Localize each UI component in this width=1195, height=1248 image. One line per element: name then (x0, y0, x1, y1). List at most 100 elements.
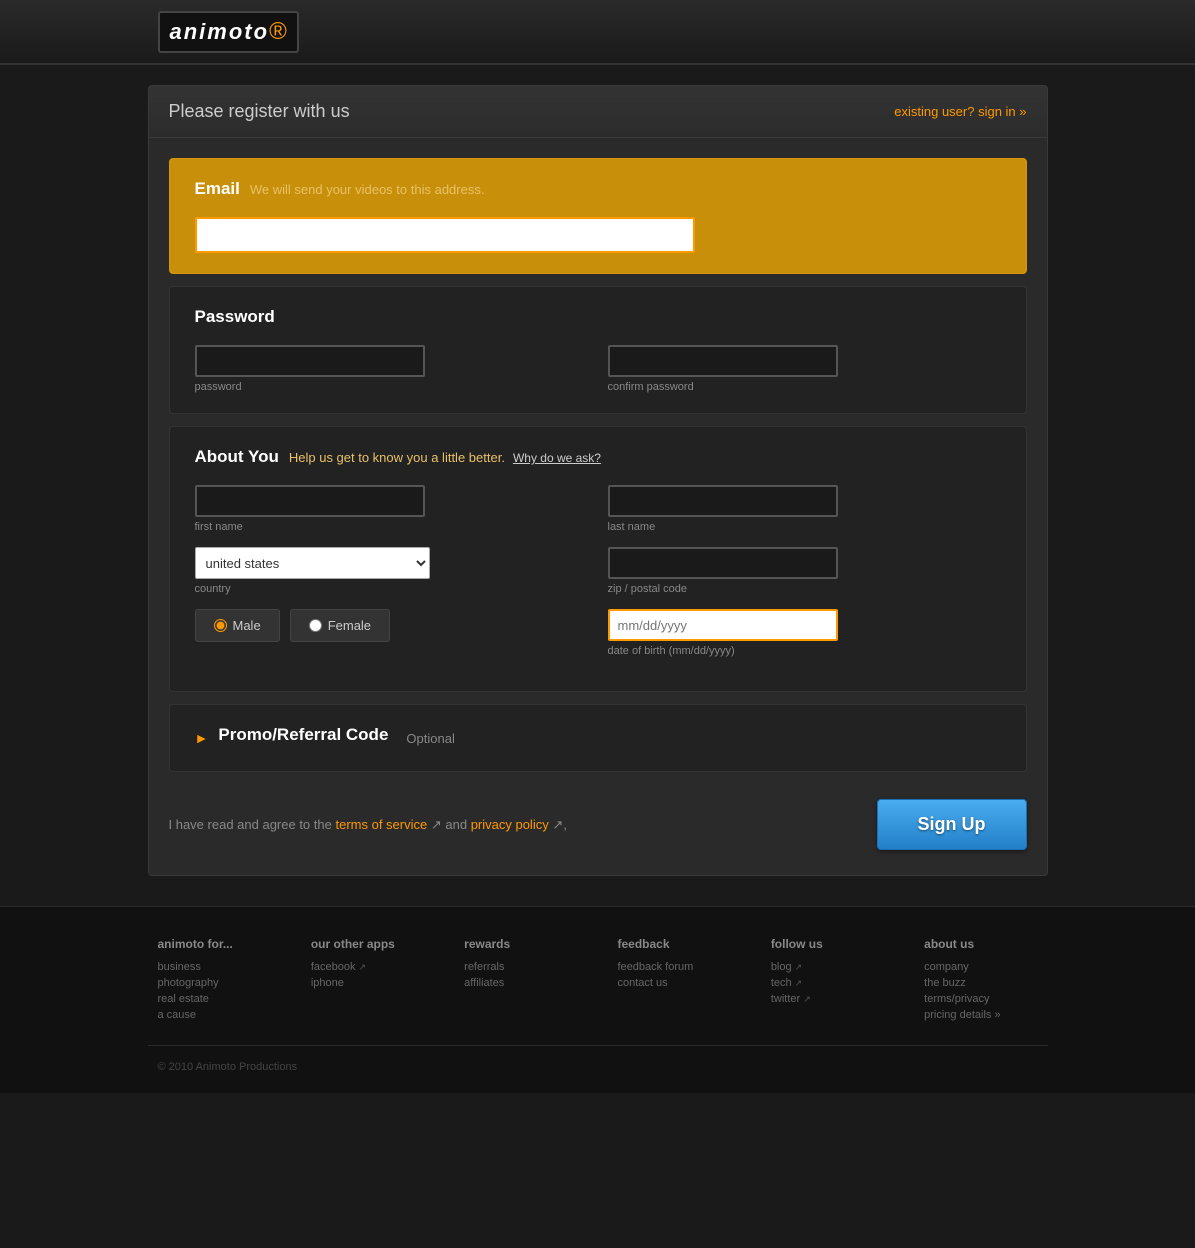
page-title: Please register with us (169, 101, 350, 122)
promo-section: ► Promo/Referral Code Optional (169, 704, 1027, 772)
footer-col-feedback: feedback feedback forum contact us (617, 937, 730, 1025)
footer-col-animoto-for: animoto for... business photography real… (158, 937, 271, 1025)
gender-male-label[interactable]: Male (195, 609, 280, 642)
dob-label: date of birth (mm/dd/yyyy) (608, 645, 1001, 657)
confirm-password-input[interactable] (608, 345, 838, 377)
promo-optional: Optional (406, 731, 454, 746)
footer-link-affiliates[interactable]: affiliates (464, 977, 577, 989)
zip-label: zip / postal code (608, 583, 1001, 595)
register-header: Please register with us existing user? s… (149, 86, 1047, 138)
footer-link-pricing-details[interactable]: pricing details » (924, 1009, 1037, 1021)
footer-link-the-buzz[interactable]: the buzz (924, 977, 1037, 989)
footer-link-iphone[interactable]: iphone (311, 977, 424, 989)
logo[interactable]: animoto® (158, 11, 299, 53)
confirm-password-label: confirm password (608, 381, 1001, 393)
country-select[interactable]: united states canada united kingdom aust… (195, 547, 430, 579)
footer-link-photography[interactable]: photography (158, 977, 271, 989)
privacy-policy-link[interactable]: privacy policy (471, 817, 549, 832)
gender-radio-group: Male Female (195, 609, 588, 642)
logo-text: animoto (170, 19, 270, 44)
terms-text: I have read and agree to the terms of se… (169, 817, 567, 833)
password-input[interactable] (195, 345, 425, 377)
logo-dot: ® (269, 18, 287, 45)
terms-and: and (445, 817, 467, 832)
footer-col-follow-us: follow us blog ↗ tech ↗ twitter ↗ (771, 937, 884, 1025)
external-icon: ↗ (795, 978, 803, 988)
email-section: Email We will send your videos to this a… (169, 158, 1027, 274)
footer-link-twitter[interactable]: twitter ↗ (771, 993, 884, 1005)
external-icon: ↗ (359, 962, 367, 972)
first-name-input[interactable] (195, 485, 425, 517)
password-label: password (195, 381, 588, 393)
about-title: About You (195, 447, 279, 467)
why-link[interactable]: Why do we ask? (513, 451, 601, 465)
terms-of-service-link[interactable]: terms of service (335, 817, 427, 832)
footer-link-facebook[interactable]: facebook ↗ (311, 961, 424, 973)
first-name-col: first name united states canada united k… (195, 485, 588, 671)
footer-link-feedback-forum[interactable]: feedback forum (617, 961, 730, 973)
about-section: About You Help us get to know you a litt… (169, 426, 1027, 692)
footer-link-contact-us[interactable]: contact us (617, 977, 730, 989)
dob-group: date of birth (mm/dd/yyyy) (608, 609, 1001, 657)
header: animoto® (0, 0, 1195, 65)
footer-about-us-title: about us (924, 937, 1037, 951)
terms-comma: , (563, 817, 567, 832)
first-name-group: first name (195, 485, 588, 533)
email-title: Email (195, 179, 240, 199)
terms-prefix: I have read and agree to the (169, 817, 332, 832)
register-body: Email We will send your videos to this a… (149, 138, 1047, 875)
gender-female-radio[interactable] (309, 619, 322, 632)
last-name-input[interactable] (608, 485, 838, 517)
register-panel: Please register with us existing user? s… (148, 85, 1048, 876)
signin-link[interactable]: existing user? sign in » (894, 104, 1026, 119)
country-label: country (195, 583, 588, 595)
footer-follow-us-title: follow us (771, 937, 884, 951)
main-wrapper: Please register with us existing user? s… (148, 65, 1048, 906)
footer: animoto for... business photography real… (0, 906, 1195, 1093)
email-subtitle: We will send your videos to this address… (250, 182, 485, 197)
footer-link-referrals[interactable]: referrals (464, 961, 577, 973)
footer-link-tech[interactable]: tech ↗ (771, 977, 884, 989)
external-icon: ↗ (795, 962, 803, 972)
gender-female-label[interactable]: Female (290, 609, 390, 642)
gender-female-text: Female (328, 618, 371, 633)
footer-link-company[interactable]: company (924, 961, 1037, 973)
footer-link-real-estate[interactable]: real estate (158, 993, 271, 1005)
confirm-password-col: confirm password (608, 345, 1001, 393)
footer-feedback-title: feedback (617, 937, 730, 951)
last-name-group: last name (608, 485, 1001, 533)
promo-title-row: ► Promo/Referral Code Optional (195, 725, 1001, 751)
gender-group: Male Female (195, 609, 588, 642)
terms-row: I have read and agree to the terms of se… (169, 784, 1027, 855)
dob-input[interactable] (608, 609, 838, 641)
external-icon: ↗ (803, 994, 811, 1004)
footer-animoto-for-title: animoto for... (158, 937, 271, 951)
password-title: Password (195, 307, 275, 327)
country-group: united states canada united kingdom aust… (195, 547, 588, 595)
footer-inner: animoto for... business photography real… (148, 937, 1048, 1025)
gender-male-radio[interactable] (214, 619, 227, 632)
first-name-label: first name (195, 521, 588, 533)
footer-copyright: © 2010 Animoto Productions (148, 1045, 1048, 1073)
footer-col-rewards: rewards referrals affiliates (464, 937, 577, 1025)
email-input[interactable] (195, 217, 695, 253)
footer-link-a-cause[interactable]: a cause (158, 1009, 271, 1021)
zip-group: zip / postal code (608, 547, 1001, 595)
signup-button[interactable]: Sign Up (877, 799, 1027, 850)
password-section: Password password confirm password (169, 286, 1027, 414)
about-subtitle: Help us get to know you a little better. (289, 450, 505, 465)
gender-male-text: Male (233, 618, 261, 633)
password-col: password (195, 345, 588, 393)
promo-arrow-icon: ► (195, 730, 209, 746)
zip-input[interactable] (608, 547, 838, 579)
footer-rewards-title: rewards (464, 937, 577, 951)
footer-link-blog[interactable]: blog ↗ (771, 961, 884, 973)
footer-col-other-apps: our other apps facebook ↗ iphone (311, 937, 424, 1025)
promo-title: Promo/Referral Code (218, 725, 388, 745)
footer-other-apps-title: our other apps (311, 937, 424, 951)
last-name-label: last name (608, 521, 1001, 533)
footer-col-about-us: about us company the buzz terms/privacy … (924, 937, 1037, 1025)
footer-link-terms-privacy[interactable]: terms/privacy (924, 993, 1037, 1005)
last-name-col: last name zip / postal code date of birt… (608, 485, 1001, 671)
footer-link-business[interactable]: business (158, 961, 271, 973)
